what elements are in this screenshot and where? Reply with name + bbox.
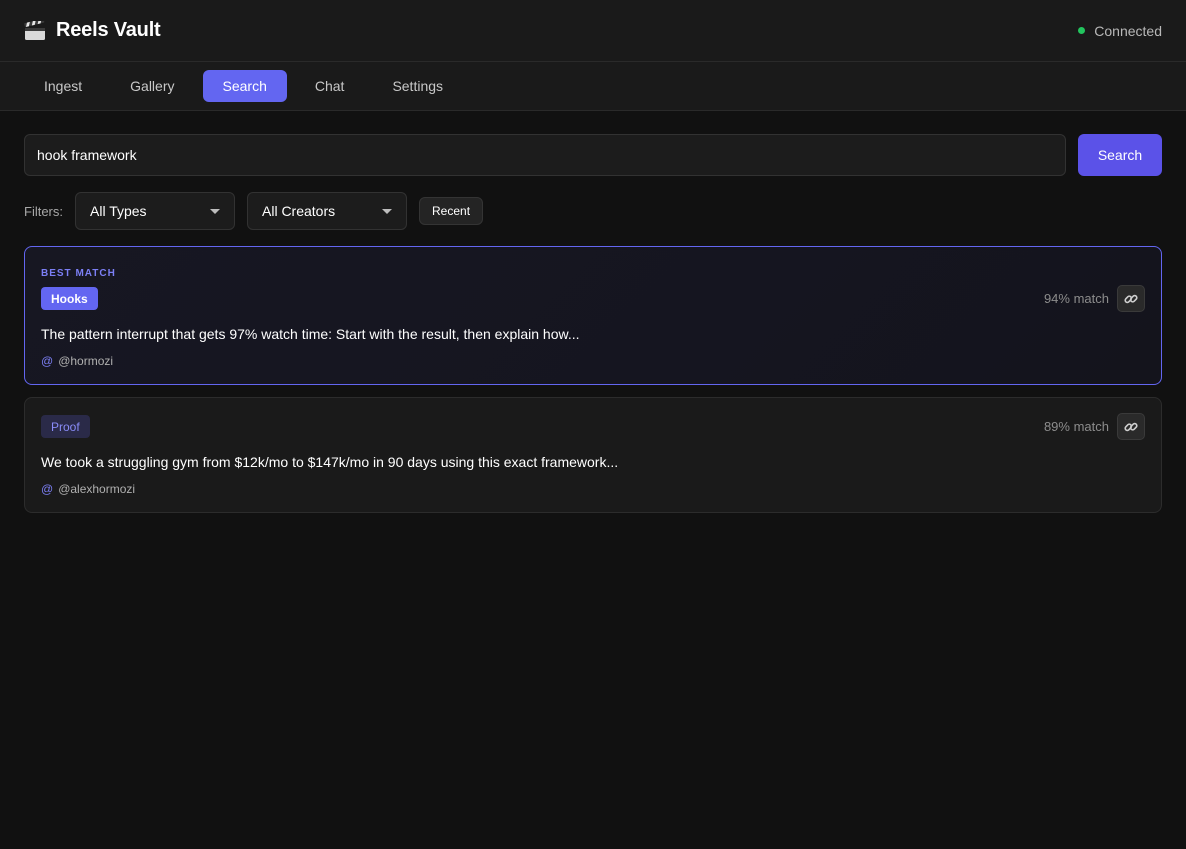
match-score: 89% match (1043, 419, 1109, 434)
result-card[interactable]: Proof 89% match We took a struggling gym… (24, 397, 1162, 513)
creator-filter-select[interactable]: All Creators (247, 192, 407, 230)
status-dot-icon (1078, 27, 1086, 34)
result-snippet: The pattern interrupt that gets 97% watc… (41, 326, 580, 342)
link-icon (1124, 422, 1138, 431)
tab-ingest[interactable]: Ingest (24, 70, 102, 102)
result-card[interactable]: BEST MATCH Hooks 94% match The pattern i… (24, 246, 1162, 385)
connection-status: Connected (1078, 23, 1162, 39)
creator-name: @alexhormozi (58, 482, 136, 496)
results-list: BEST MATCH Hooks 94% match The pattern i… (24, 246, 1162, 513)
chevron-down-icon (382, 208, 392, 214)
app-title: Reels Vault (56, 19, 161, 41)
tab-settings[interactable]: Settings (372, 70, 463, 102)
app-header: Reels Vault Connected (0, 0, 1186, 62)
tab-bar: Ingest Gallery Search Chat Settings (0, 62, 1186, 111)
clapperboard-icon (24, 18, 46, 41)
filters-label: Filters: (24, 203, 63, 219)
link-icon (1124, 294, 1138, 303)
creator-handle[interactable]: @ @hormozi (41, 354, 1145, 368)
status-label: Connected (1094, 22, 1162, 39)
creator-handle[interactable]: @ @alexhormozi (41, 482, 1145, 496)
tab-gallery[interactable]: Gallery (110, 70, 194, 102)
recent-filter-button[interactable]: Recent (419, 197, 484, 225)
link-button[interactable] (1117, 285, 1145, 312)
brand: Reels Vault (24, 18, 161, 42)
link-button[interactable] (1117, 413, 1145, 440)
at-icon: @ (41, 482, 54, 496)
creator-name: @hormozi (58, 354, 114, 368)
match-score: 94% match (1043, 291, 1109, 306)
category-tag: Proof (41, 415, 90, 438)
tab-chat[interactable]: Chat (295, 70, 365, 102)
at-icon: @ (41, 354, 54, 368)
category-tag: Hooks (41, 287, 98, 310)
tab-search[interactable]: Search (202, 70, 287, 102)
type-filter-select[interactable]: All Types (75, 192, 235, 230)
chevron-down-icon (210, 208, 220, 214)
type-filter-value: All Types (90, 203, 147, 219)
best-match-badge: BEST MATCH (41, 268, 116, 279)
search-input[interactable] (24, 134, 1066, 176)
creator-filter-value: All Creators (262, 203, 336, 219)
search-button[interactable]: Search (1078, 134, 1162, 176)
result-snippet: We took a struggling gym from $12k/mo to… (41, 454, 619, 470)
search-page: Search Filters: All Types All Creators R… (0, 111, 1186, 536)
filter-bar: Filters: All Types All Creators Recent (24, 192, 1162, 230)
search-bar: Search (24, 134, 1162, 176)
